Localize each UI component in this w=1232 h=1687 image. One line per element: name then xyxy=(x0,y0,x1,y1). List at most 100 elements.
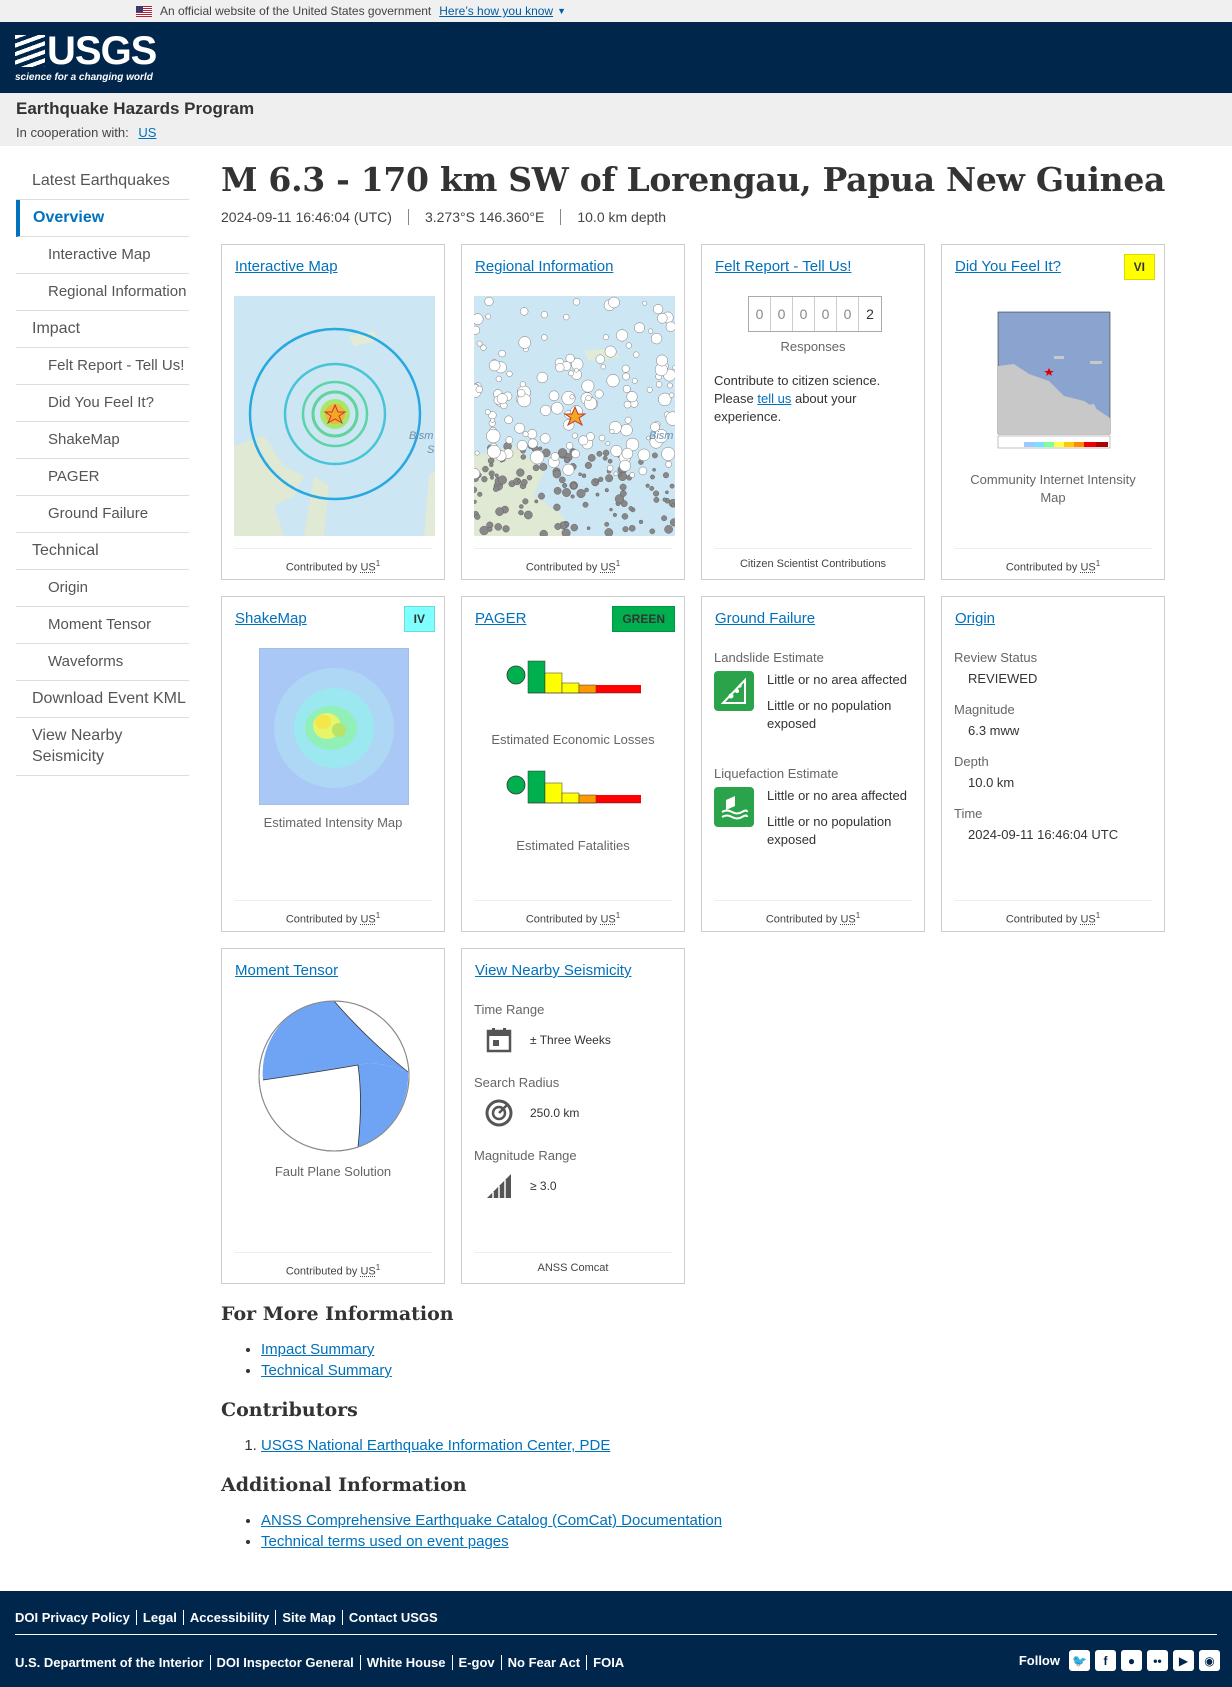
footer-link[interactable]: U.S. Department of the Interior xyxy=(15,1655,210,1670)
liquefaction-text: Little or no area affected Little or no … xyxy=(767,787,919,857)
tell-us-link[interactable]: tell us xyxy=(757,391,791,406)
nav-latest-earthquakes[interactable]: Latest Earthquakes xyxy=(16,163,189,200)
footer-link[interactable]: FOIA xyxy=(586,1655,630,1670)
follow-label: Follow xyxy=(1018,1653,1060,1668)
contributor-code[interactable]: US xyxy=(360,914,375,926)
card-ground-failure[interactable]: Ground Failure Landslide Estimate Little… xyxy=(701,596,925,932)
contributor-sup: 1 xyxy=(855,911,861,920)
nav-technical[interactable]: Technical xyxy=(16,533,189,570)
nav-felt-report[interactable]: Felt Report - Tell Us! xyxy=(16,348,189,385)
footer-link[interactable]: Site Map xyxy=(275,1610,341,1625)
youtube-icon[interactable]: ▶ xyxy=(1173,1650,1194,1671)
card-shakemap[interactable]: ShakeMap IV Estimated Intensity Map Cont… xyxy=(221,596,445,932)
footer-link[interactable]: Accessibility xyxy=(182,1610,276,1625)
twitter-icon[interactable]: 🐦 xyxy=(1069,1650,1090,1671)
comcat-documentation-link[interactable]: ANSS Comprehensive Earthquake Catalog (C… xyxy=(261,1512,722,1529)
responses-label: Responses xyxy=(780,339,846,354)
ground-failure-footer: Contributed by US1 xyxy=(714,900,912,931)
facebook-icon[interactable]: f xyxy=(1095,1650,1116,1671)
ground-failure-link[interactable]: Ground Failure xyxy=(715,610,815,627)
dyfi-link[interactable]: Did You Feel It? xyxy=(955,258,1061,275)
nav-interactive-map[interactable]: Interactive Map xyxy=(16,237,189,274)
coop-us-link[interactable]: US xyxy=(138,125,156,140)
footer-link[interactable]: DOI Privacy Policy xyxy=(15,1610,136,1625)
card-felt-report[interactable]: Felt Report - Tell Us! 0 0 0 0 0 2 Respo… xyxy=(701,244,925,580)
contributor-code[interactable]: US xyxy=(360,1266,375,1278)
heres-how-you-know-link[interactable]: Here’s how you know xyxy=(439,4,553,18)
nav-pager[interactable]: PAGER xyxy=(16,459,189,496)
nav-ground-failure[interactable]: Ground Failure xyxy=(16,496,189,533)
time-range-label: Time Range xyxy=(474,1002,545,1017)
nav-regional-information[interactable]: Regional Information xyxy=(16,274,189,311)
card-nearby-seismicity[interactable]: View Nearby Seismicity Time Range ± Thre… xyxy=(461,948,685,1284)
contributors-heading: Contributors xyxy=(221,1399,358,1421)
usgs-tagline: science for a changing world xyxy=(15,72,153,83)
nearby-seismicity-link[interactable]: View Nearby Seismicity xyxy=(475,962,631,979)
counter-digit: 0 xyxy=(771,297,793,331)
footer-links-primary: DOI Privacy Policy Legal Accessibility S… xyxy=(15,1610,444,1625)
github-icon[interactable]: ● xyxy=(1121,1650,1142,1671)
technical-terms-link[interactable]: Technical terms used on event pages xyxy=(261,1533,509,1550)
footer-link[interactable]: White House xyxy=(359,1655,452,1670)
card-interactive-map[interactable]: Interactive Map Bism S Contributed by US… xyxy=(221,244,445,580)
usgs-logo[interactable]: USGS science for a changing world xyxy=(15,31,157,83)
program-name[interactable]: Earthquake Hazards Program xyxy=(16,99,1216,119)
footer-link[interactable]: Legal xyxy=(135,1610,183,1625)
nav-overview[interactable]: Overview xyxy=(16,200,189,237)
felt-report-link[interactable]: Felt Report - Tell Us! xyxy=(715,258,851,275)
interactive-map-link[interactable]: Interactive Map xyxy=(235,258,338,275)
pager-losses-histogram[interactable] xyxy=(506,657,646,718)
nav-origin[interactable]: Origin xyxy=(16,570,189,607)
nav-impact[interactable]: Impact xyxy=(16,311,189,348)
footer-link[interactable]: Contact USGS xyxy=(341,1610,444,1625)
shakemap-intensity-badge: IV xyxy=(403,606,435,632)
dyfi-footer: Contributed by US1 xyxy=(954,548,1152,579)
contributor-code[interactable]: US xyxy=(1080,914,1095,926)
impact-summary-link[interactable]: Impact Summary xyxy=(261,1341,374,1358)
usgs-waves-icon xyxy=(15,35,45,67)
moment-tensor-link[interactable]: Moment Tensor xyxy=(235,962,338,979)
pager-link[interactable]: PAGER xyxy=(475,610,526,627)
dyfi-map-thumbnail[interactable] xyxy=(994,296,1114,451)
shakemap-link[interactable]: ShakeMap xyxy=(235,610,307,627)
more-info-heading: For More Information xyxy=(221,1303,454,1325)
contributor-neic-link[interactable]: USGS National Earthquake Information Cen… xyxy=(261,1437,610,1454)
footer-link[interactable]: DOI Inspector General xyxy=(209,1655,360,1670)
footer-link[interactable]: No Fear Act xyxy=(500,1655,586,1670)
footer-link[interactable]: E-gov xyxy=(451,1655,501,1670)
shakemap-thumbnail[interactable] xyxy=(258,647,410,806)
card-regional-information[interactable]: Regional Information Bism Contributed by… xyxy=(461,244,685,580)
origin-link[interactable]: Origin xyxy=(955,610,995,627)
card-moment-tensor[interactable]: Moment Tensor Fault Plane Solution Contr… xyxy=(221,948,445,1284)
regional-information-link[interactable]: Regional Information xyxy=(475,258,613,275)
pager-fatalities-histogram[interactable] xyxy=(506,767,646,828)
contributor-code[interactable]: US xyxy=(600,562,615,574)
contributed-by-label: Contributed by xyxy=(285,561,358,574)
contributor-code[interactable]: US xyxy=(1080,562,1095,574)
beachball-diagram[interactable] xyxy=(258,1000,410,1157)
nearby-seismicity-params: Time Range ± Three Weeks Search Radius 2… xyxy=(474,1002,674,1221)
nav-view-nearby-seismicity[interactable]: View Nearby Seismicity xyxy=(16,718,189,776)
card-origin[interactable]: Origin Review Status REVIEWED Magnitude … xyxy=(941,596,1165,932)
nav-waveforms[interactable]: Waveforms xyxy=(16,644,189,681)
contributor-code[interactable]: US xyxy=(360,562,375,574)
technical-summary-link[interactable]: Technical Summary xyxy=(261,1362,392,1379)
regional-seismicity-thumbnail[interactable]: Bism xyxy=(474,296,675,536)
nav-download-kml[interactable]: Download Event KML xyxy=(16,681,189,718)
contributor-code[interactable]: US xyxy=(600,914,615,926)
nav-shakemap[interactable]: ShakeMap xyxy=(16,422,189,459)
contributor-sup: 1 xyxy=(375,559,381,568)
contributor-code[interactable]: US xyxy=(840,914,855,926)
card-pager[interactable]: PAGER GREEN Estimated Economic Losses Es… xyxy=(461,596,685,932)
list-item: Technical Summary xyxy=(261,1360,921,1381)
landslide-area: Little or no area affected xyxy=(767,672,907,687)
interactive-map-thumbnail[interactable]: Bism S xyxy=(234,296,435,536)
magnitude-label: Magnitude xyxy=(954,702,1015,717)
chevron-down-icon[interactable]: ▼ xyxy=(557,6,566,16)
magnitude-value: 6.3 mww xyxy=(968,723,1020,738)
flickr-icon[interactable]: •• xyxy=(1147,1650,1168,1671)
instagram-icon[interactable]: ◉ xyxy=(1199,1650,1220,1671)
nav-moment-tensor[interactable]: Moment Tensor xyxy=(16,607,189,644)
card-did-you-feel-it[interactable]: Did You Feel It? VI Community Internet I… xyxy=(941,244,1165,580)
nav-did-you-feel-it[interactable]: Did You Feel It? xyxy=(16,385,189,422)
